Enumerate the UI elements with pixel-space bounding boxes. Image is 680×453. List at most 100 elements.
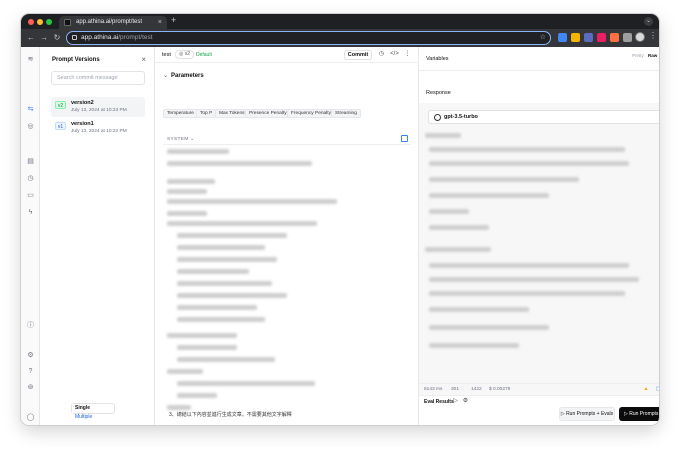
param-presence-penalty[interactable]: Presence Penalty — [245, 109, 291, 118]
run-prompts-evals-button[interactable]: ▷ Run Prompts + Evals — [559, 407, 615, 421]
history-icon[interactable]: ◷ — [377, 50, 386, 59]
latency-stat: 5143 ms — [424, 387, 443, 392]
tab-title: app.athina.ai/prompt/test — [76, 19, 143, 25]
param-top-p[interactable]: Top P — [196, 109, 217, 118]
datasets-icon[interactable]: ◎ — [26, 122, 35, 131]
settings-gear-icon[interactable]: ⚙ — [26, 351, 35, 360]
more-options-icon[interactable]: ⋮ — [403, 50, 412, 59]
browser-menu-icon[interactable]: ⋮ — [649, 31, 657, 40]
redacted-text — [429, 161, 629, 166]
copy-icon[interactable]: ▢ — [655, 386, 659, 392]
model-select[interactable]: gpt-3.5-turbo ⇕ — [428, 110, 659, 124]
param-streaming[interactable]: Streaming — [331, 109, 361, 118]
extension-icon[interactable] — [571, 33, 580, 42]
info-icon[interactable]: ⓘ — [26, 321, 35, 330]
extension-icon[interactable] — [558, 33, 567, 42]
bookmark-star-icon[interactable]: ☆ — [540, 32, 546, 44]
extension-icon[interactable] — [610, 33, 619, 42]
redacted-text — [167, 179, 215, 184]
redacted-text — [177, 317, 265, 322]
redacted-text — [177, 305, 257, 310]
athina-logo-icon[interactable]: ≋ — [26, 55, 35, 64]
close-icon[interactable]: × — [141, 55, 146, 64]
code-icon[interactable]: </> — [390, 50, 399, 59]
run-prompts-evals-label: Run Prompts + Evals — [566, 411, 614, 417]
redacted-text — [425, 133, 461, 138]
new-tab-button[interactable]: + — [171, 15, 176, 25]
mode-single-option[interactable]: Single — [72, 404, 94, 413]
address-bar[interactable]: app.athina.ai/prompt/test ☆ — [66, 31, 551, 45]
redacted-text — [429, 277, 639, 282]
view-raw-toggle[interactable]: Raw — [648, 53, 657, 58]
back-icon[interactable]: ← — [26, 32, 36, 44]
maximize-window-button[interactable] — [46, 19, 52, 25]
reload-icon[interactable]: ↻ — [52, 32, 62, 44]
eval-results-section: Eval Results ▷ ⚙ ⌄ — [419, 395, 659, 407]
prompts-icon[interactable]: ⇆ — [26, 105, 35, 114]
chevron-down-icon: ⌄ — [163, 73, 169, 79]
run-mode-toggle[interactable]: SingleMultiple — [71, 403, 115, 420]
help-icon[interactable]: ? — [26, 367, 35, 376]
message-role-select[interactable]: SYSTEM ⌄ — [167, 137, 194, 142]
default-tag: Default — [196, 52, 212, 58]
forward-icon[interactable]: → — [39, 32, 49, 44]
user-avatar-icon[interactable]: ◯ — [26, 413, 35, 422]
redacted-text — [429, 307, 529, 312]
url-host: app.athina.ai — [81, 34, 119, 41]
settings-gear-icon[interactable]: ⚙ — [462, 398, 469, 405]
variables-label: Variables — [426, 56, 449, 62]
redacted-text — [167, 199, 337, 204]
redacted-text — [167, 369, 203, 374]
copy-icon[interactable] — [401, 135, 408, 142]
minimize-window-button[interactable] — [37, 19, 43, 25]
history-icon[interactable]: ◷ — [26, 174, 35, 183]
prompt-versions-panel: Prompt Versions × Search commit message … — [40, 47, 155, 425]
plugins-icon[interactable]: ⊚ — [26, 383, 35, 392]
commit-search-input[interactable]: Search commit message — [51, 71, 145, 85]
redacted-text — [177, 293, 287, 298]
view-pretty-toggle[interactable]: Pretty — [632, 53, 644, 58]
close-window-button[interactable] — [28, 19, 34, 25]
redacted-text — [177, 233, 287, 238]
redacted-text — [177, 357, 275, 362]
version-select[interactable]: ◎ v2 — [175, 50, 195, 59]
extension-icon[interactable] — [597, 33, 606, 42]
variables-section[interactable]: Variables — [419, 47, 659, 71]
redacted-text — [167, 211, 207, 216]
tab-close-icon[interactable]: × — [158, 16, 162, 29]
redacted-text — [177, 269, 249, 274]
extensions-puzzle-icon[interactable] — [623, 33, 632, 42]
param-frequency-penalty[interactable]: Frequency Penalty — [287, 109, 335, 118]
redacted-text — [429, 177, 579, 182]
thumbs-up-icon[interactable]: ▲ — [643, 386, 649, 392]
total-tokens-stat: 1422 — [471, 387, 482, 392]
version-name: version1 — [71, 121, 94, 127]
eval-results-label: Eval Results — [424, 399, 454, 405]
mode-multiple-option[interactable]: Multiple — [72, 413, 95, 422]
flash-icon[interactable]: ϟ — [26, 208, 35, 217]
version-list-item[interactable]: v1 version1 July 13, 2024 at 10:22 PM — [51, 118, 145, 138]
table-icon[interactable]: ▤ — [26, 157, 35, 166]
profile-avatar[interactable] — [635, 32, 645, 42]
tab-search-icon[interactable]: ⌄ — [644, 17, 653, 26]
monitor-icon[interactable]: ▭ — [26, 191, 35, 200]
site-info-icon[interactable] — [72, 35, 77, 40]
version-list-item[interactable]: v2 version2 July 13, 2024 at 10:23 PM — [51, 97, 145, 117]
redacted-text — [177, 345, 237, 350]
play-icon[interactable]: ▷ — [452, 398, 459, 405]
param-max-tokens[interactable]: Max Tokens — [215, 109, 249, 118]
param-temperature[interactable]: Temperature — [163, 109, 198, 118]
redacted-text — [177, 281, 272, 286]
redacted-text — [429, 263, 629, 268]
system-message-input[interactable] — [163, 144, 411, 412]
parameters-section-toggle[interactable]: ⌄ Parameters — [163, 72, 204, 79]
redacted-text — [167, 189, 207, 194]
redacted-text — [429, 209, 469, 214]
browser-tab[interactable]: app.athina.ai/prompt/test × — [59, 16, 167, 29]
run-prompts-button[interactable]: ▷ Run Prompts⌘↵ — [619, 407, 659, 421]
icon-rail: ≋ ⇆ ◎ ▤ ◷ ▭ ϟ ⓘ ⚙ ? ⊚ ◯ — [21, 47, 40, 425]
commit-button[interactable]: Commit — [344, 50, 372, 60]
version-badge: v1 — [55, 122, 66, 130]
extension-icon[interactable] — [584, 33, 593, 42]
response-area: gpt-3.5-turbo ⇕ — [419, 103, 659, 383]
